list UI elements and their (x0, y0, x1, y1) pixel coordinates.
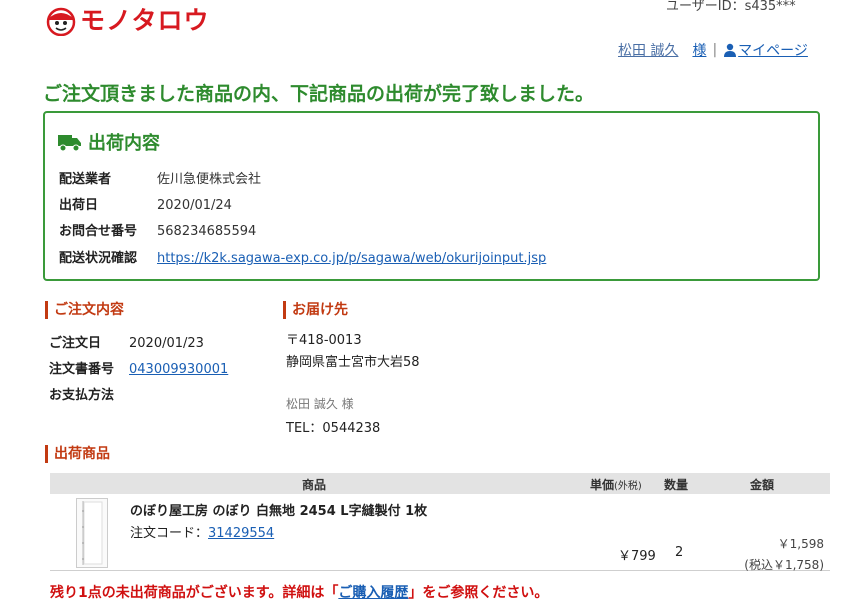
tracking-number-label: お問合せ番号 (59, 224, 138, 239)
monotaro-logo[interactable]: モノタロウ (46, 6, 210, 36)
notice-text-after: 」をご参照ください。 (408, 585, 549, 601)
user-nav: 松田 誠久 様 | マイページ (618, 40, 808, 60)
purchase-history-link[interactable]: ご購入履歴 (338, 585, 408, 601)
product-name: のぼり屋工房 のぼり 白無地 2454 L字縫製付 1枚 (130, 504, 428, 519)
mypage-link[interactable]: マイページ (738, 40, 808, 60)
user-id: ユーザーID：s435*** (666, 0, 796, 14)
product-code-label: 注文コード： (130, 526, 209, 541)
header-amount: 金額 (750, 478, 775, 492)
order-number-label: 注文書番号 (49, 362, 115, 377)
header-unit-price: 単価(外税) (590, 476, 642, 493)
product-qty: 2 (675, 545, 684, 560)
honorific-link[interactable]: 様 (692, 40, 706, 60)
order-section-title: ご注文内容 (45, 301, 124, 319)
order-date-row: ご注文日 2020/01/23 (49, 332, 204, 351)
header-unit-price-note: (外税) (614, 481, 642, 492)
shipping-details-box: 出荷内容 配送業者 佐川急便株式会社 出荷日 2020/01/24 お問合せ番号 56… (43, 111, 820, 281)
product-unit-price: ￥799 (618, 549, 656, 564)
payment-row: お支払方法 (49, 384, 129, 403)
mascot-icon (46, 7, 76, 36)
carrier-value: 佐川急便株式会社 (157, 172, 262, 187)
order-date-label: ご注文日 (49, 336, 102, 351)
user-name[interactable]: 松田 誠久 (618, 40, 678, 60)
page-headline: ご注文頂きました商品の内、下記商品の出荷が完了致しました。 (43, 83, 595, 105)
delivery-section-title: お届け先 (283, 301, 348, 319)
delivery-postal: 〒418-0013 (286, 333, 362, 348)
delivery-tel: TEL：0544238 (286, 421, 381, 436)
tracking-number-value: 568234685594 (157, 224, 257, 239)
tracking-status-row: 配送状況確認 https://k2k.sagawa-exp.co.jp/p/sag… (59, 247, 546, 266)
delivery-name: 松田 誠久 様 (286, 397, 354, 411)
header-item: 商品 (302, 478, 327, 492)
product-code-link[interactable]: 31429554 (208, 526, 274, 541)
order-number-row: 注文書番号 043009930001 (49, 358, 228, 377)
products-section-title: 出荷商品 (45, 445, 110, 463)
ship-date-value: 2020/01/24 (157, 198, 232, 213)
nav-separator: | (712, 42, 718, 58)
product-amount: ￥1,598 (777, 537, 824, 551)
product-code-row: 注文コード：31429554 (130, 522, 274, 541)
shipping-title: 出荷内容 (58, 129, 160, 155)
product-thumbnail[interactable] (76, 498, 108, 568)
shipping-title-text: 出荷内容 (88, 133, 160, 154)
table-row: のぼり屋工房 のぼり 白無地 2454 L字縫製付 1枚 注文コード：31429… (50, 494, 830, 572)
notice-text-before: 残り1点の未出荷商品がございます。詳細は「 (50, 585, 339, 601)
truck-icon (58, 134, 81, 151)
delivery-address: 静岡県富士宮市大岩58 (286, 355, 420, 370)
tracking-status-label: 配送状況確認 (59, 251, 138, 266)
tracking-status-link[interactable]: https://k2k.sagawa-exp.co.jp/p/sagawa/we… (157, 251, 546, 266)
order-number-link[interactable]: 043009930001 (129, 362, 228, 377)
person-icon (724, 43, 737, 57)
ship-date-row: 出荷日 2020/01/24 (59, 194, 232, 213)
products-table: 商品 単価(外税) 数量 金額 のぼり屋工房 のぼり 白無地 2454 L字縫製… (50, 473, 830, 572)
product-amount-tax: (税込￥1,758) (744, 558, 824, 572)
products-table-header: 商品 単価(外税) 数量 金額 (50, 473, 830, 494)
tracking-number-row: お問合せ番号 568234685594 (59, 220, 256, 239)
payment-label: お支払方法 (49, 388, 115, 403)
carrier-label: 配送業者 (59, 172, 112, 187)
logo-text: モノタロウ (80, 6, 210, 35)
banner-flag-icon (82, 501, 103, 565)
header-qty: 数量 (664, 478, 689, 492)
ship-date-label: 出荷日 (59, 198, 99, 213)
order-date-value: 2020/01/23 (129, 336, 204, 351)
carrier-row: 配送業者 佐川急便株式会社 (59, 168, 261, 187)
unshipped-notice: 残り1点の未出荷商品がございます。詳細は「ご購入履歴」をご参照ください。 (50, 582, 548, 602)
header-unit-price-label: 単価 (590, 478, 615, 492)
